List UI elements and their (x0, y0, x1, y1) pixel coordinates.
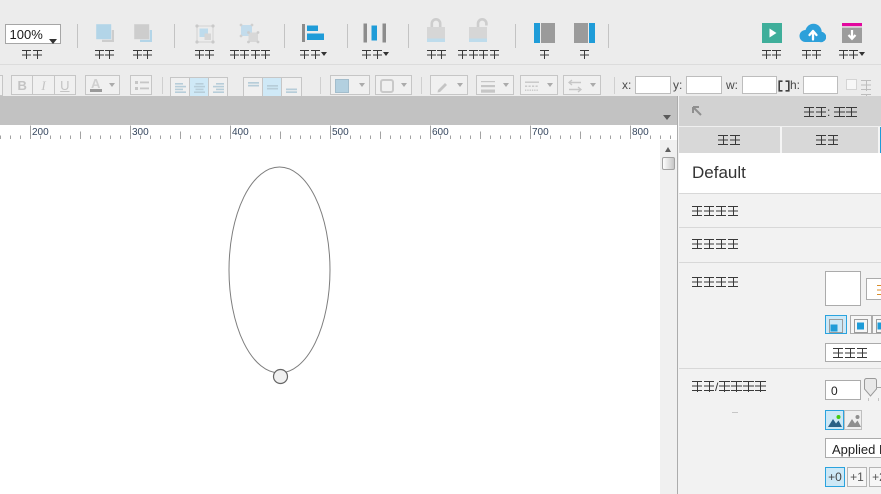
svg-text:500: 500 (332, 127, 349, 138)
svg-text:300: 300 (132, 127, 149, 138)
svg-text:200: 200 (32, 127, 49, 138)
svg-text:800: 800 (632, 127, 649, 138)
svg-text:400: 400 (232, 127, 249, 138)
svg-text:600: 600 (432, 127, 449, 138)
svg-text:700: 700 (532, 127, 549, 138)
